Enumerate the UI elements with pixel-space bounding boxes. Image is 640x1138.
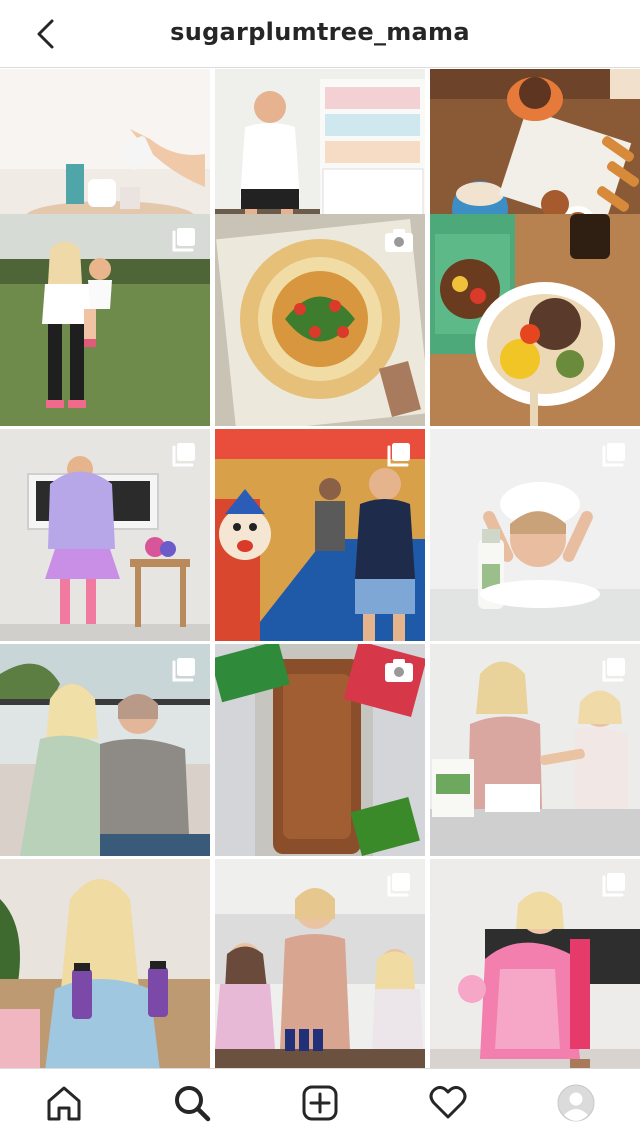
top-bar: sugarplumtree_mama [0, 0, 640, 68]
post-thumbnail[interactable] [0, 644, 210, 856]
tab-home[interactable] [42, 1081, 86, 1125]
profile-username-title[interactable]: sugarplumtree_mama [0, 18, 640, 46]
post-thumbnail[interactable] [0, 214, 210, 426]
carousel-icon [387, 873, 410, 897]
post-thumbnail[interactable] [430, 859, 640, 1071]
post-thumbnail[interactable] [215, 859, 425, 1071]
home-icon [47, 1086, 81, 1121]
post-thumbnail[interactable] [430, 214, 640, 426]
carousel-icon [172, 658, 195, 682]
video-icon [385, 229, 413, 252]
video-icon [385, 659, 413, 682]
post-image [0, 859, 210, 1071]
tab-activity[interactable] [426, 1081, 470, 1125]
search-icon [175, 1086, 211, 1122]
post-thumbnail[interactable] [215, 214, 425, 426]
post-thumbnail[interactable] [215, 429, 425, 641]
bottom-tab-bar [0, 1068, 640, 1138]
avatar-icon [557, 1084, 595, 1122]
post-thumbnail[interactable] [430, 644, 640, 856]
carousel-icon [602, 873, 625, 897]
tab-profile[interactable] [554, 1081, 598, 1125]
tab-new-post[interactable] [298, 1081, 342, 1125]
post-thumbnail[interactable] [430, 429, 640, 641]
post-thumbnail[interactable] [215, 644, 425, 856]
post-thumbnail[interactable] [0, 429, 210, 641]
plus-square-icon [302, 1085, 338, 1121]
post-image [430, 214, 640, 426]
carousel-icon [387, 443, 410, 467]
carousel-icon [172, 228, 195, 252]
carousel-icon [602, 443, 625, 467]
heart-icon [429, 1085, 467, 1119]
carousel-icon [602, 658, 625, 682]
carousel-icon [172, 443, 195, 467]
tab-search[interactable] [170, 1081, 214, 1125]
post-thumbnail[interactable] [0, 859, 210, 1071]
